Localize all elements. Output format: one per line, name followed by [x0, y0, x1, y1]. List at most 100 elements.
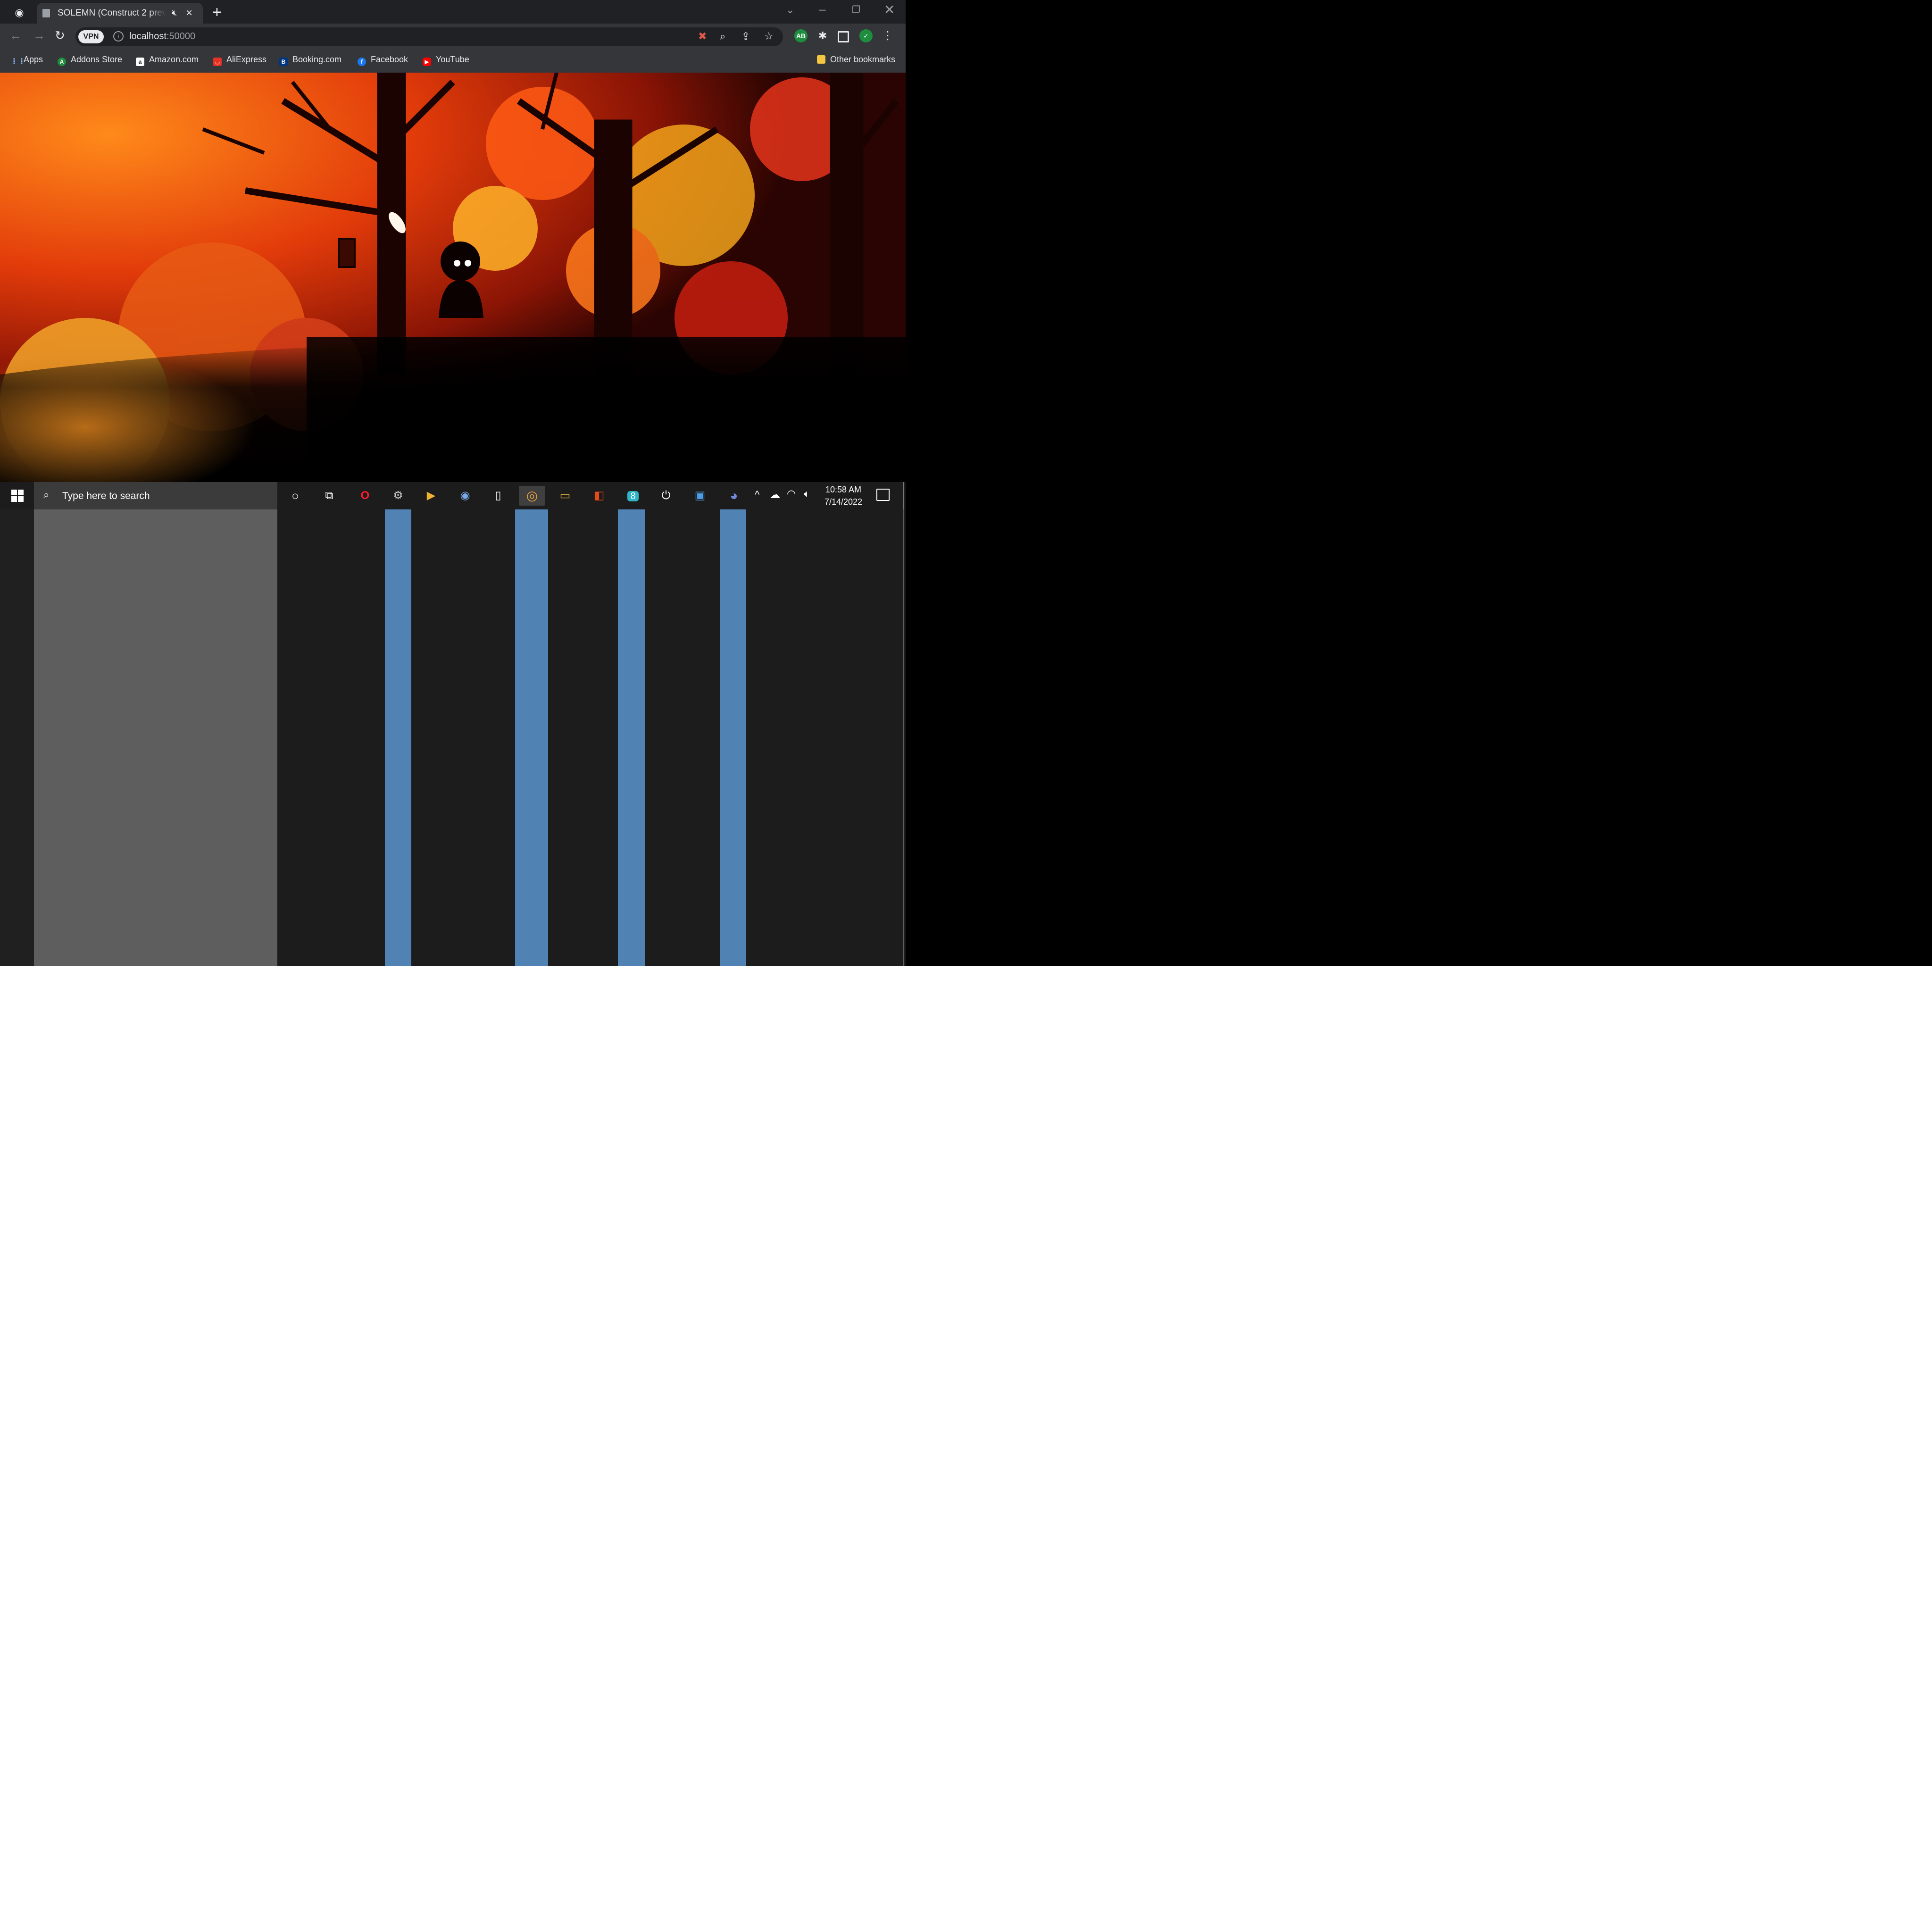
- bookmark-aliexpress[interactable]: ◡ AliExpress: [213, 55, 266, 68]
- left-strip: [0, 509, 34, 966]
- reload-icon[interactable]: ↻: [55, 28, 65, 43]
- apps-grid-icon: ⋮⋮: [10, 58, 25, 66]
- app-eight-icon: 8: [627, 491, 639, 501]
- settings-button[interactable]: ⚙: [385, 486, 411, 506]
- url-host: localhost: [129, 31, 167, 42]
- amazon-icon: a: [136, 58, 144, 66]
- notifications-icon[interactable]: [876, 489, 890, 501]
- gear-icon: ⚙: [393, 489, 403, 502]
- vpn-badge[interactable]: VPN: [78, 30, 104, 43]
- side-panel-icon[interactable]: [838, 31, 849, 42]
- opera-button[interactable]: O: [352, 486, 378, 506]
- zoom-icon[interactable]: ⌕: [720, 30, 725, 42]
- forward-arrow-icon[interactable]: →: [33, 28, 45, 43]
- app-eight-button[interactable]: 8: [620, 486, 646, 506]
- bookmark-label: Facebook: [371, 55, 408, 64]
- browser-tab[interactable]: SOLEMN (Construct 2 preview) 🔇︎ ×: [37, 3, 203, 24]
- windows-start-icon[interactable]: [11, 490, 24, 502]
- bookmarks-bar: ⋮⋮Apps A Addons Store a Amazon.com ◡ AliExp…: [0, 50, 906, 73]
- shield-app-button[interactable]: ◉: [452, 486, 478, 506]
- discord-icon: ◕: [730, 488, 738, 503]
- window-app-button[interactable]: ▣: [687, 486, 713, 506]
- restore-window-icon[interactable]: ❐: [852, 4, 860, 16]
- bookmark-facebook[interactable]: f Facebook: [358, 55, 408, 68]
- office-button[interactable]: ◧: [586, 486, 612, 506]
- window-icon: ▣: [694, 489, 706, 502]
- tab-search-chevron-icon[interactable]: ⌄: [786, 4, 794, 16]
- browser-menu-icon[interactable]: ◉: [12, 6, 26, 20]
- clock-date[interactable]: 7/14/2022: [822, 497, 865, 507]
- bookmark-label: YouTube: [436, 55, 469, 64]
- search-placeholder: Type here to search: [62, 491, 150, 501]
- show-desktop-button[interactable]: [903, 482, 904, 509]
- game-scene: [0, 73, 906, 482]
- game-canvas[interactable]: [0, 73, 906, 482]
- folder-icon: ▭: [559, 489, 571, 502]
- tab-audio-muted-icon[interactable]: 🔇︎: [172, 8, 177, 18]
- highlight-column: [385, 509, 411, 966]
- media-player-button[interactable]: ▶: [418, 486, 444, 506]
- folder-icon: [817, 55, 825, 64]
- other-bookmarks-label: Other bookmarks: [830, 55, 896, 64]
- bookmark-label: Amazon.com: [149, 55, 199, 64]
- search-icon: ⌕: [43, 489, 50, 500]
- office-icon: ◧: [593, 489, 605, 502]
- new-tab-button[interactable]: +: [212, 3, 222, 22]
- minimize-window-icon[interactable]: –: [819, 2, 825, 17]
- task-view-button[interactable]: ⧉: [316, 486, 342, 506]
- shield-app-icon: ◉: [460, 489, 470, 502]
- addons-store-icon: A: [58, 58, 66, 66]
- volume-icon[interactable]: 🔈︎: [804, 488, 810, 500]
- blocked-popup-icon[interactable]: ✖: [698, 30, 707, 42]
- share-icon[interactable]: ⇪: [741, 30, 750, 42]
- bookmark-youtube[interactable]: ▶ YouTube: [423, 55, 469, 68]
- back-arrow-icon[interactable]: ←: [9, 28, 22, 43]
- address-bar[interactable]: VPN i localhost:50000 ✖ ⌕ ⇪ ☆: [75, 27, 783, 46]
- bookmark-booking[interactable]: B Booking.com: [279, 55, 341, 68]
- highlight-column: [720, 509, 746, 966]
- highlight-column: [515, 509, 548, 966]
- highlight-column: [618, 509, 645, 966]
- notepad-button[interactable]: ▯: [485, 486, 511, 506]
- clock-time[interactable]: 10:58 AM: [824, 485, 862, 495]
- extensions-puzzle-icon[interactable]: ✱: [816, 29, 829, 42]
- youtube-icon: ▶: [423, 58, 431, 66]
- document-icon: ▯: [495, 489, 501, 502]
- plug-app-button[interactable]: ⏻: [653, 486, 679, 506]
- tray-overflow-chevron-icon[interactable]: ^: [755, 489, 759, 501]
- cortana-button[interactable]: ○: [282, 486, 308, 506]
- file-explorer-button[interactable]: ▭: [552, 486, 578, 506]
- desktop-black-area: [906, 0, 1932, 966]
- url-port: :50000: [166, 31, 196, 42]
- media-player-icon: ▶: [426, 489, 436, 502]
- plug-icon: ⏻: [661, 489, 671, 502]
- circle-icon: ○: [291, 489, 299, 503]
- onedrive-cloud-icon[interactable]: ☁: [770, 489, 780, 501]
- discord-button[interactable]: ◕: [721, 486, 747, 506]
- aliexpress-icon: ◡: [213, 58, 222, 66]
- browser-tab-strip: ◉ SOLEMN (Construct 2 preview) 🔇︎ × + ⌄ …: [0, 0, 906, 24]
- url-text[interactable]: localhost:50000: [129, 31, 195, 42]
- bookmark-amazon[interactable]: a Amazon.com: [136, 55, 199, 68]
- booking-icon: B: [279, 58, 288, 66]
- browser-toolbar: ← → ↻ VPN i localhost:50000 ✖ ⌕ ⇪ ☆ AB ✱…: [0, 24, 906, 50]
- bookmark-label: AliExpress: [226, 55, 267, 64]
- tab-close-icon[interactable]: ×: [186, 7, 192, 20]
- lower-panel: [0, 509, 906, 966]
- hanging-lantern: [338, 238, 356, 268]
- more-menu-icon[interactable]: ⋮: [881, 29, 894, 42]
- wifi-icon[interactable]: ◠: [787, 488, 796, 500]
- site-info-icon[interactable]: i: [113, 31, 124, 42]
- adblock-extension-icon[interactable]: AB: [794, 29, 808, 42]
- page-favicon-icon: [42, 9, 50, 17]
- chrome-icon: ◎: [526, 488, 538, 503]
- security-extension-icon[interactable]: ✓: [859, 29, 873, 42]
- bookmark-label: Booking.com: [292, 55, 342, 64]
- close-window-icon[interactable]: ✕: [884, 2, 895, 17]
- taskbar-search-box[interactable]: ⌕ Type here to search: [34, 482, 277, 509]
- other-bookmarks[interactable]: Other bookmarks: [817, 55, 895, 68]
- bookmark-addons-store[interactable]: A Addons Store: [58, 55, 122, 68]
- bookmark-apps[interactable]: ⋮⋮Apps: [10, 55, 43, 68]
- bookmark-star-icon[interactable]: ☆: [764, 30, 774, 42]
- chrome-button[interactable]: ◎: [519, 486, 545, 506]
